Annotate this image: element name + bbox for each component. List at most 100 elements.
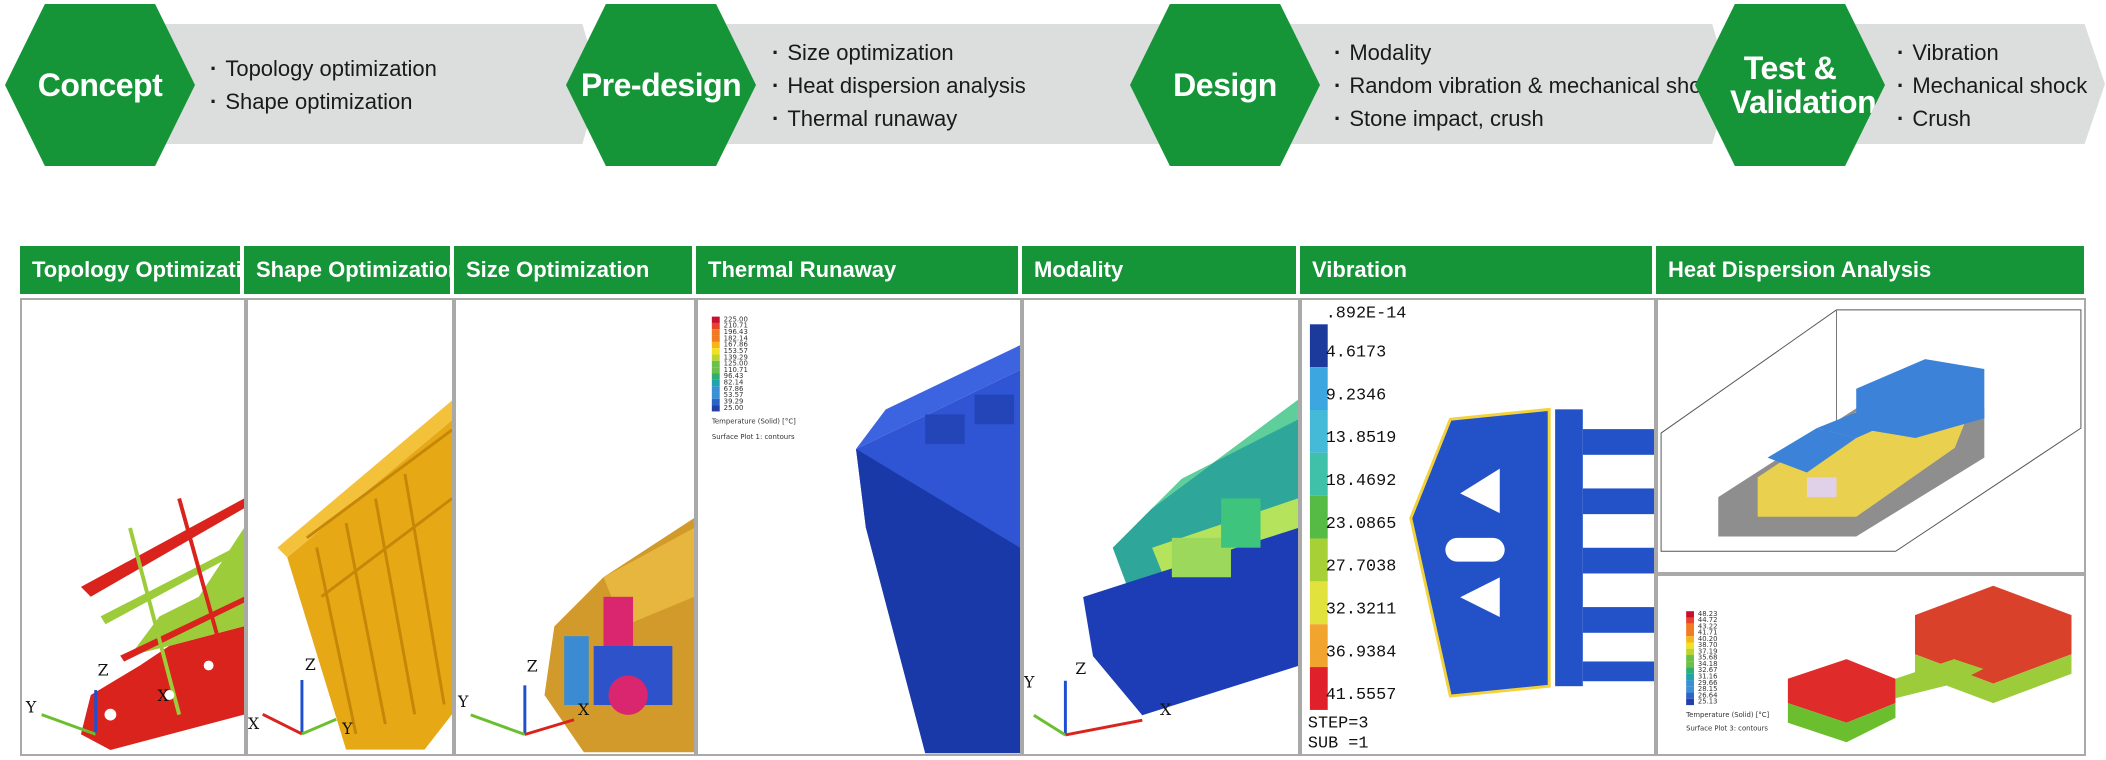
heat-legend-bar	[1686, 611, 1694, 706]
legend-swatch	[711, 367, 720, 374]
legend-value: 23.0865	[1326, 515, 1397, 534]
stage-bullets-design: Modality Random vibration & mechanical s…	[1334, 36, 1724, 135]
axis-x-label: X	[158, 686, 170, 705]
stage-bullet: Heat dispersion analysis	[772, 69, 1025, 102]
panel-header-size-optimization: Size Optimization	[454, 246, 692, 294]
thermal-render: 225.00210.71196.43182.14167.86153.57139.…	[711, 315, 1020, 754]
modality-render: Z Y X	[1024, 399, 1298, 737]
axis-y-label: Y	[1024, 673, 1035, 692]
axis-y-label: Y	[25, 698, 37, 717]
vibration-sub: SUB =1	[1308, 734, 1368, 753]
legend-value: 27.7038	[1326, 558, 1397, 577]
stage-bullet: Stone impact, crush	[1334, 102, 1724, 135]
panel-size-optimization: Z Y X	[454, 298, 696, 756]
legend-swatch	[1686, 655, 1694, 662]
stage-bullet: Modality	[1334, 36, 1724, 69]
legend-swatch	[1686, 686, 1694, 693]
thermal-legend-caption: Temperature (Solid) [°C]	[711, 417, 796, 425]
stage-name: Test & Validation	[1730, 50, 1877, 120]
vibration-step: STEP=3	[1308, 715, 1368, 734]
legend-swatch	[711, 373, 720, 380]
legend-value: 4.6173	[1326, 343, 1386, 362]
legend-swatch	[711, 341, 720, 349]
panel-modality: Z Y X	[1022, 298, 1300, 756]
heat-box-render	[1660, 309, 2082, 552]
legend-swatch	[711, 316, 720, 323]
axis-y-label: Y	[457, 692, 469, 711]
legend-swatch	[711, 360, 720, 368]
legend-swatch	[1686, 642, 1694, 649]
legend-value: 18.4692	[1326, 472, 1397, 491]
shape-render: Z X Y	[248, 400, 452, 750]
legend-swatch	[711, 379, 720, 387]
axis-y-label: Y	[341, 719, 353, 738]
vibration-render: .892E-14 4.6173 9.2346 13.8519 18.4692 23.08…	[1308, 304, 1654, 753]
legend-swatch	[1686, 667, 1694, 674]
stage-hex-pre-design: Pre-design	[566, 4, 756, 166]
heat-legend-caption: Temperature (Solid) [°C]	[1685, 711, 1769, 719]
stage-hex-concept: Concept	[5, 4, 195, 166]
stage-bullet: Crush	[1897, 102, 2087, 135]
axis-z-label: Z	[305, 655, 316, 674]
panel-header-vibration: Vibration	[1300, 246, 1652, 294]
axis-z-label: Z	[527, 657, 538, 676]
legend-swatch	[711, 392, 720, 399]
legend-swatch	[1686, 673, 1694, 681]
legend-swatch	[1686, 661, 1694, 668]
legend-value: 41.5557	[1326, 686, 1397, 705]
legend-swatch	[1686, 698, 1694, 706]
panel-header-thermal-runaway: Thermal Runaway	[696, 246, 1018, 294]
legend-swatch	[1686, 611, 1694, 618]
stage-bullets-test-validation: Vibration Mechanical shock Crush	[1897, 36, 2087, 135]
thermal-legend-bar	[711, 316, 720, 412]
legend-swatch	[1686, 636, 1694, 643]
stage-bullet: Shape optimization	[210, 85, 437, 118]
axis-x-label: X	[1160, 700, 1172, 719]
stage-bullets-pre-design: Size optimization Heat dispersion analys…	[772, 36, 1026, 135]
size-render: Z Y X	[457, 518, 694, 753]
axis-z-label: Z	[1075, 659, 1086, 678]
stage-bullet: Mechanical shock	[1897, 69, 2087, 102]
topology-render: Z Y X	[25, 497, 244, 750]
legend-value: 9.2346	[1326, 386, 1386, 405]
axis-z-label: Z	[98, 660, 109, 679]
panel-header-topology-optimization: Topology Optimization	[20, 246, 240, 294]
legend-value: 13.8519	[1326, 429, 1397, 448]
thermal-surface-caption: Surface Plot 1: contours	[712, 433, 795, 441]
legend-value: 25.13	[1698, 698, 1718, 706]
legend-swatch	[711, 329, 720, 336]
panel-vibration: .892E-14 4.6173 9.2346 13.8519 18.4692 23.08…	[1300, 298, 1656, 756]
legend-swatch	[711, 322, 720, 330]
stage-name: Pre-design	[580, 67, 742, 103]
axis-x-label: X	[248, 714, 260, 733]
axis-x-label: X	[578, 700, 590, 719]
stage-bullet: Vibration	[1897, 36, 2087, 69]
heat-surface-caption: Surface Plot 3: contours	[1686, 725, 1768, 733]
legend-swatch	[1686, 617, 1694, 624]
legend-swatch	[711, 405, 720, 412]
stage-bullet: Topology optimization	[210, 52, 437, 85]
legend-swatch	[711, 386, 720, 393]
legend-swatch	[1686, 629, 1694, 637]
legend-swatch	[711, 354, 720, 361]
stage-hex-test-validation: Test & Validation	[1695, 4, 1885, 166]
legend-value: 32.3211	[1326, 601, 1397, 620]
panel-header-heat-dispersion-analysis: Heat Dispersion Analysis	[1656, 246, 2084, 294]
stage-bullet: Thermal runaway	[772, 102, 1026, 135]
legend-swatch	[1686, 623, 1694, 630]
panel-header-modality: Modality	[1022, 246, 1296, 294]
stage-name: Design	[1173, 67, 1277, 103]
stage-bullets-concept: Topology optimization Shape optimization	[210, 52, 437, 118]
legend-value: 36.9384	[1326, 643, 1397, 662]
legend-swatch	[711, 348, 720, 355]
heat-contour-render: 48.2344.7243.2241.7140.2038.7037.1935.68…	[1685, 585, 2072, 743]
panel-heat-dispersion-upper	[1656, 298, 2086, 574]
panel-topology-optimization: Z Y X	[20, 298, 246, 756]
legend-swatch	[711, 398, 720, 406]
panel-header-shape-optimization: Shape Optimization	[244, 246, 450, 294]
panel-heat-dispersion-lower: 48.23 44.72 43.22 41.71 40.20 38.70 37.19 35.68…	[1656, 574, 2086, 756]
panel-shape-optimization: Z X Y	[246, 298, 454, 756]
stage-bullet: Size optimization	[772, 36, 1026, 69]
legend-swatch	[1686, 680, 1694, 687]
stage-hex-design: Design	[1130, 4, 1320, 166]
